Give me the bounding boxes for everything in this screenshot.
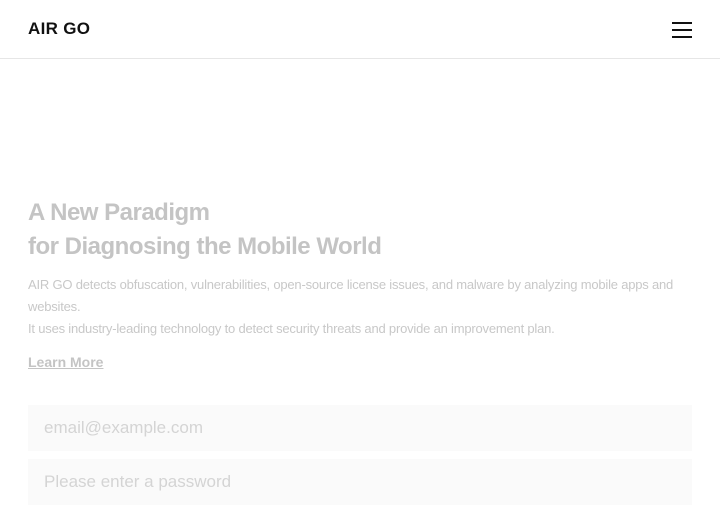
headline-line-2: for Diagnosing the Mobile World [28,233,382,260]
headline-line-1: A New Paradigm [28,199,210,226]
hero-section: A New Paradigm for Diagnosing the Mobile… [28,196,692,372]
description-line-1: AIR GO detects obfuscation, vulnerabilit… [28,277,674,314]
menu-button[interactable] [668,18,696,42]
hero-description: AIR GO detects obfuscation, vulnerabilit… [28,274,692,340]
description-line-2: It uses industry-leading technology to d… [28,321,555,336]
password-input[interactable] [28,459,692,505]
learn-more-link[interactable]: Learn More [28,354,103,370]
menu-icon-bar [672,22,692,24]
menu-icon-bar [672,36,692,38]
hero-headline: A New Paradigm for Diagnosing the Mobile… [28,196,692,264]
logo[interactable]: AIR GO [28,19,90,39]
email-input[interactable] [28,405,692,451]
site-header: AIR GO [0,0,720,59]
menu-icon-bar [672,29,692,31]
